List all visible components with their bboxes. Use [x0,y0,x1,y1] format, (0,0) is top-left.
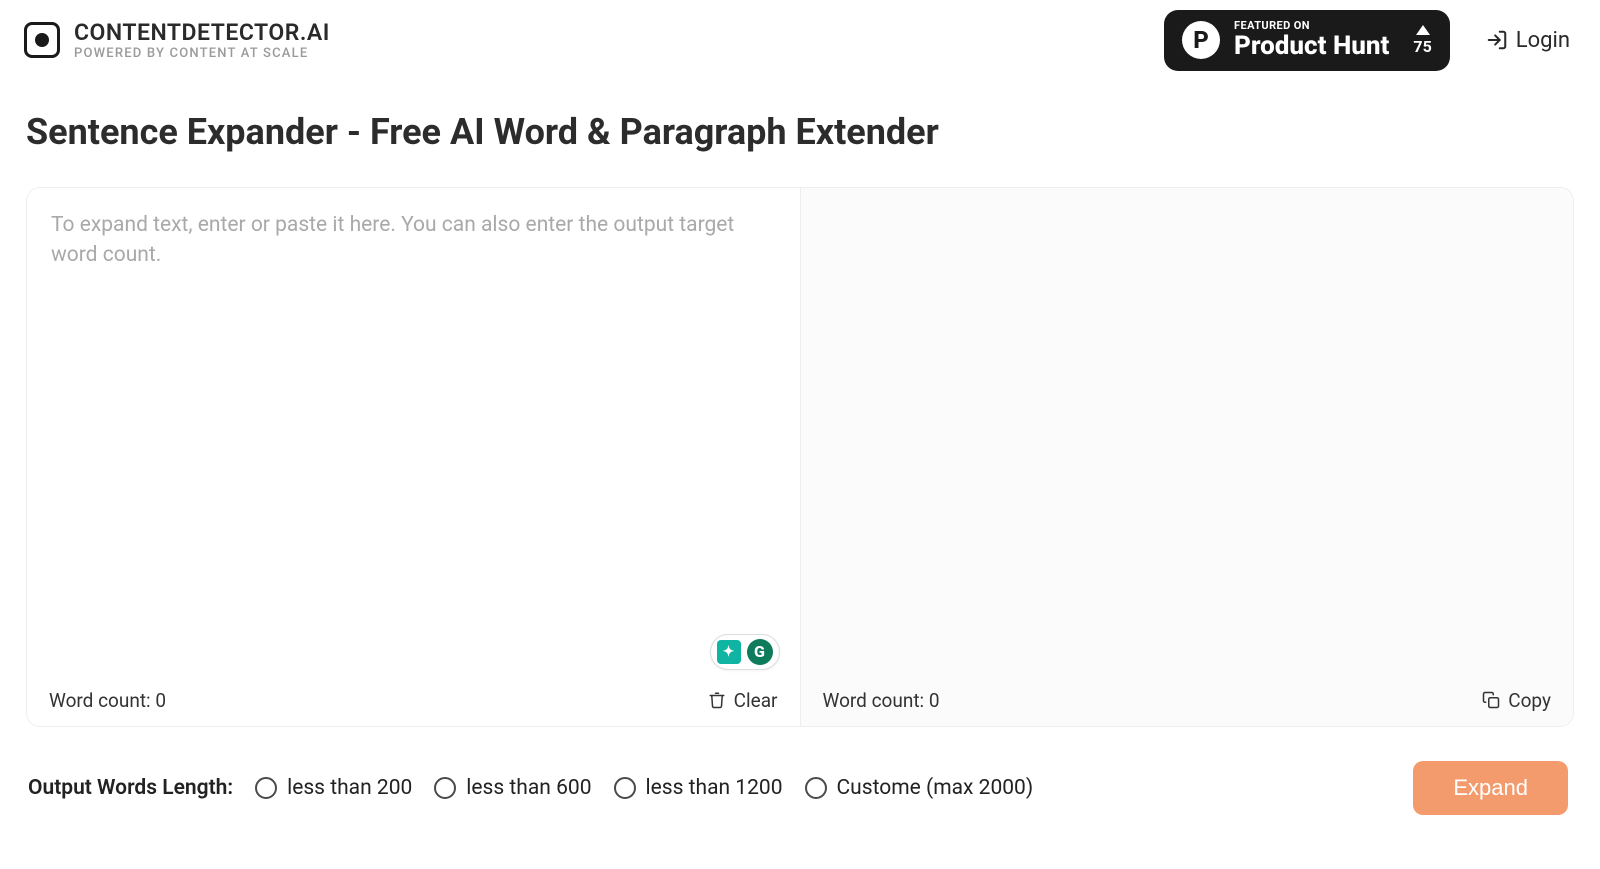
radio-icon [255,777,277,799]
input-footer: Word count: 0 Clear [27,679,800,726]
brand-title: CONTENTDETECTOR.AI [74,19,330,47]
clear-button[interactable]: Clear [708,689,778,712]
product-hunt-icon: P [1182,21,1220,59]
radio-label: less than 600 [466,776,591,800]
output-length-label: Output Words Length: [28,776,233,800]
radio-icon [614,777,636,799]
copy-icon [1482,691,1500,709]
ph-name: Product Hunt [1234,32,1389,61]
main: Sentence Expander - Free AI Word & Parag… [0,81,1600,815]
radio-custom[interactable]: Custome (max 2000) [805,776,1034,800]
radio-label: Custome (max 2000) [837,776,1034,800]
input-panel: ✦ G Word count: 0 Clear [27,188,800,726]
output-footer: Word count: 0 Copy [801,679,1574,726]
brand-subtitle: POWERED BY CONTENT AT SCALE [74,46,330,62]
copy-button[interactable]: Copy [1482,689,1551,712]
output-area [801,188,1574,679]
page-title: Sentence Expander - Free AI Word & Parag… [26,111,1574,153]
radio-icon [434,777,456,799]
radio-icon [805,777,827,799]
input-textarea[interactable] [27,188,800,679]
brand-logo-icon [24,22,60,58]
grammarly-icon: G [747,639,773,665]
expand-button[interactable]: Expand [1413,761,1568,815]
login-label: Login [1516,28,1570,53]
header-right: P FEATURED ON Product Hunt 75 Login [1164,10,1570,71]
editor-panels: ✦ G Word count: 0 Clear [26,187,1574,727]
grammarly-widget[interactable]: ✦ G [710,634,780,670]
input-word-count: Word count: 0 [49,689,166,712]
radio-less-600[interactable]: less than 600 [434,776,591,800]
output-word-count: Word count: 0 [823,689,940,712]
radio-less-200[interactable]: less than 200 [255,776,412,800]
clear-label: Clear [734,689,778,712]
triangle-up-icon [1416,25,1430,35]
grammarly-premium-icon: ✦ [717,640,741,664]
login-icon [1486,29,1508,51]
options-left: Output Words Length: less than 200 less … [28,776,1033,800]
ph-votes: 75 [1413,25,1431,56]
copy-label: Copy [1508,689,1551,712]
trash-icon [708,691,726,709]
login-button[interactable]: Login [1486,28,1570,53]
brand-text: CONTENTDETECTOR.AI POWERED BY CONTENT AT… [74,19,330,62]
brand[interactable]: CONTENTDETECTOR.AI POWERED BY CONTENT AT… [24,19,330,62]
header: CONTENTDETECTOR.AI POWERED BY CONTENT AT… [0,0,1600,81]
radio-label: less than 1200 [646,776,783,800]
radio-label: less than 200 [287,776,412,800]
radio-less-1200[interactable]: less than 1200 [614,776,783,800]
product-hunt-badge[interactable]: P FEATURED ON Product Hunt 75 [1164,10,1450,71]
options-row: Output Words Length: less than 200 less … [26,727,1574,815]
output-panel: Word count: 0 Copy [801,188,1574,726]
ph-vote-count: 75 [1413,37,1431,56]
